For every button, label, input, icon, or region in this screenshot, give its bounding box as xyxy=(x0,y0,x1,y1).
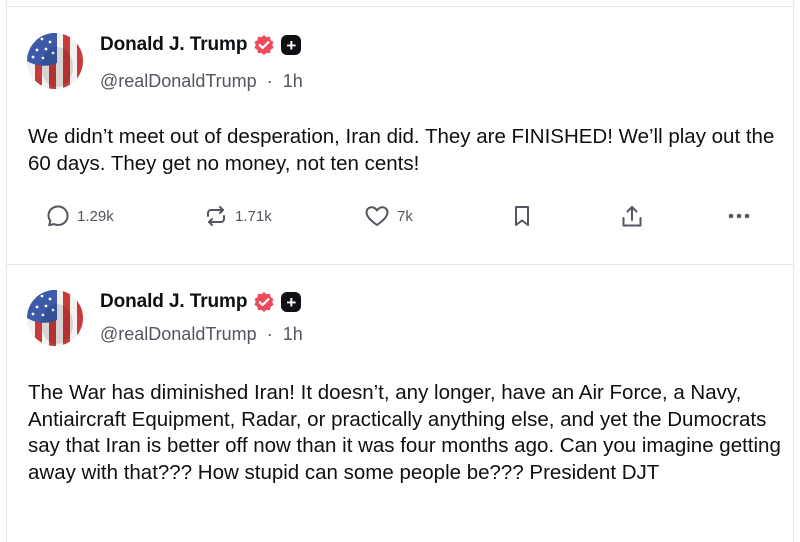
handle-row: @realDonaldTrump · 1h xyxy=(100,324,303,345)
heart-icon xyxy=(365,206,389,226)
more-options-button[interactable] xyxy=(725,203,753,229)
retruth-count: 1.71k xyxy=(235,207,272,225)
share-icon xyxy=(622,206,642,227)
author-handle[interactable]: @realDonaldTrump xyxy=(100,71,257,91)
post-text: The War has diminished Iran! It doesn’t,… xyxy=(28,381,781,484)
post-time[interactable]: 1h xyxy=(283,71,303,91)
author-handle[interactable]: @realDonaldTrump xyxy=(100,324,257,344)
separator: · xyxy=(266,71,273,91)
post[interactable]: Donald J. Trump + @realDonaldTrump · 1h … xyxy=(7,6,793,265)
reply-icon xyxy=(47,205,69,227)
reply-count: 1.29k xyxy=(77,207,114,225)
handle-row: @realDonaldTrump · 1h xyxy=(100,71,303,92)
plus-badge-icon: + xyxy=(281,35,302,55)
avatar[interactable] xyxy=(27,33,83,89)
like-button[interactable]: 7k xyxy=(363,203,413,229)
feed: Donald J. Trump + @realDonaldTrump · 1h … xyxy=(6,0,794,542)
author-row: Donald J. Trump + xyxy=(100,34,302,56)
bookmark-icon xyxy=(515,206,529,226)
author-name[interactable]: Donald J. Trump xyxy=(100,34,247,56)
retruth-button[interactable]: 1.71k xyxy=(203,203,272,229)
post-text: We didn’t meet out of desperation, Iran … xyxy=(28,125,775,175)
plus-badge-icon: + xyxy=(281,292,302,312)
retruth-icon xyxy=(207,206,225,226)
author-row: Donald J. Trump + xyxy=(100,291,302,313)
reply-button[interactable]: 1.29k xyxy=(45,203,114,229)
post[interactable]: Donald J. Trump + @realDonaldTrump · 1h … xyxy=(7,265,793,542)
author-name[interactable]: Donald J. Trump xyxy=(100,291,247,313)
like-count: 7k xyxy=(397,207,413,225)
more-icon xyxy=(728,213,750,219)
post-time[interactable]: 1h xyxy=(283,324,303,344)
bookmark-button[interactable] xyxy=(510,203,534,229)
share-button[interactable] xyxy=(619,203,645,231)
post-actions: 1.29k 1.71k 7k xyxy=(7,203,793,237)
verified-badge-icon xyxy=(253,291,275,313)
separator: · xyxy=(266,324,273,344)
avatar[interactable] xyxy=(27,290,83,346)
verified-badge-icon xyxy=(253,34,275,56)
